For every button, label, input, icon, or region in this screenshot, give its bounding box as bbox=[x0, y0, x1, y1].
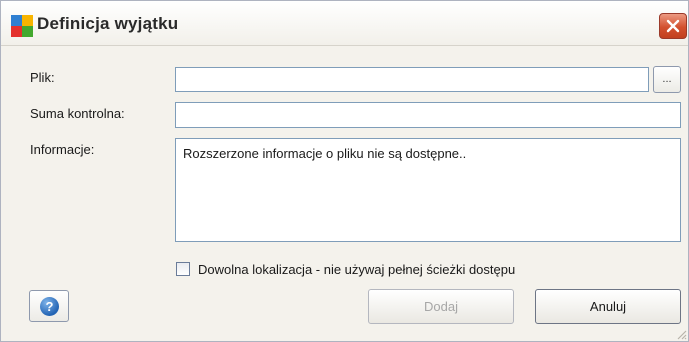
exception-definition-dialog: Definicja wyjątku Plik: ... Suma kontrol… bbox=[0, 0, 689, 342]
file-input[interactable] bbox=[175, 67, 649, 92]
browse-button[interactable]: ... bbox=[653, 66, 681, 93]
cancel-button[interactable]: Anuluj bbox=[535, 289, 681, 324]
info-textarea[interactable]: Rozszerzone informacje o pliku nie są do… bbox=[175, 138, 681, 242]
title-bar[interactable]: Definicja wyjątku bbox=[1, 1, 688, 46]
help-icon: ? bbox=[40, 297, 59, 316]
info-label: Informacje: bbox=[30, 142, 95, 157]
checksum-label: Suma kontrolna: bbox=[30, 106, 125, 121]
add-button[interactable]: Dodaj bbox=[368, 289, 514, 324]
resize-grip-icon[interactable] bbox=[675, 328, 687, 340]
avg-app-icon bbox=[11, 15, 33, 37]
close-icon bbox=[666, 19, 680, 33]
help-button[interactable]: ? bbox=[29, 290, 69, 322]
file-label: Plik: bbox=[30, 70, 55, 85]
window-title: Definicja wyjątku bbox=[37, 14, 179, 33]
checksum-input[interactable] bbox=[175, 102, 681, 128]
any-location-label[interactable]: Dowolna lokalizacja - nie używaj pełnej … bbox=[198, 262, 515, 277]
any-location-checkbox[interactable] bbox=[176, 262, 190, 276]
close-button[interactable] bbox=[659, 13, 687, 39]
